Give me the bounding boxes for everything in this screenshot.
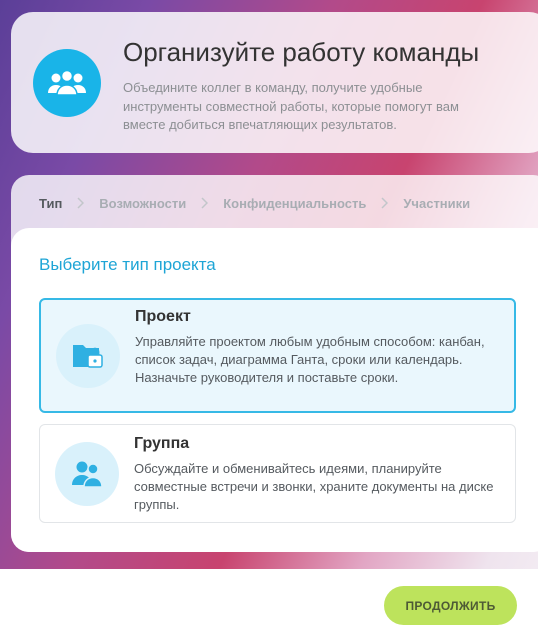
footer-bar: ПРОДОЛЖИТЬ (0, 569, 538, 635)
wizard-panel: Тип Возможности Конфиденциальность Участ… (11, 175, 538, 552)
step-members[interactable]: Участники (403, 196, 470, 211)
step-type[interactable]: Тип (39, 196, 62, 211)
page-title: Организуйте работу команды (123, 37, 480, 67)
group-icon (55, 442, 119, 506)
section-title: Выберите тип проекта (39, 255, 216, 274)
wizard-steps: Тип Возможности Конфиденциальность Участ… (39, 193, 470, 213)
locked-folder-icon (56, 324, 120, 388)
page-description: Объедините коллег в команду, получите уд… (123, 80, 459, 132)
option-title: Группа (134, 435, 190, 452)
continue-button[interactable]: ПРОДОЛЖИТЬ (384, 586, 517, 625)
option-title: Проект (135, 308, 191, 325)
option-description: Обсуждайте и обменивайтесь идеями, плани… (134, 461, 494, 512)
header-card: Организуйте работу команды Объедините ко… (11, 12, 538, 153)
step-privacy[interactable]: Конфиденциальность (223, 196, 366, 211)
wizard-content: Выберите тип проекта Проект Управляйте п… (11, 228, 538, 552)
chevron-right-icon (201, 197, 209, 209)
option-description: Управляйте проектом любым удобным способ… (135, 334, 485, 385)
chevron-right-icon (77, 197, 85, 209)
chevron-right-icon (381, 197, 389, 209)
option-group[interactable]: Группа Обсуждайте и обменивайтесь идеями… (39, 424, 516, 523)
option-project[interactable]: Проект Управляйте проектом любым удобным… (39, 298, 516, 413)
team-icon (33, 49, 101, 117)
step-features[interactable]: Возможности (99, 196, 186, 211)
